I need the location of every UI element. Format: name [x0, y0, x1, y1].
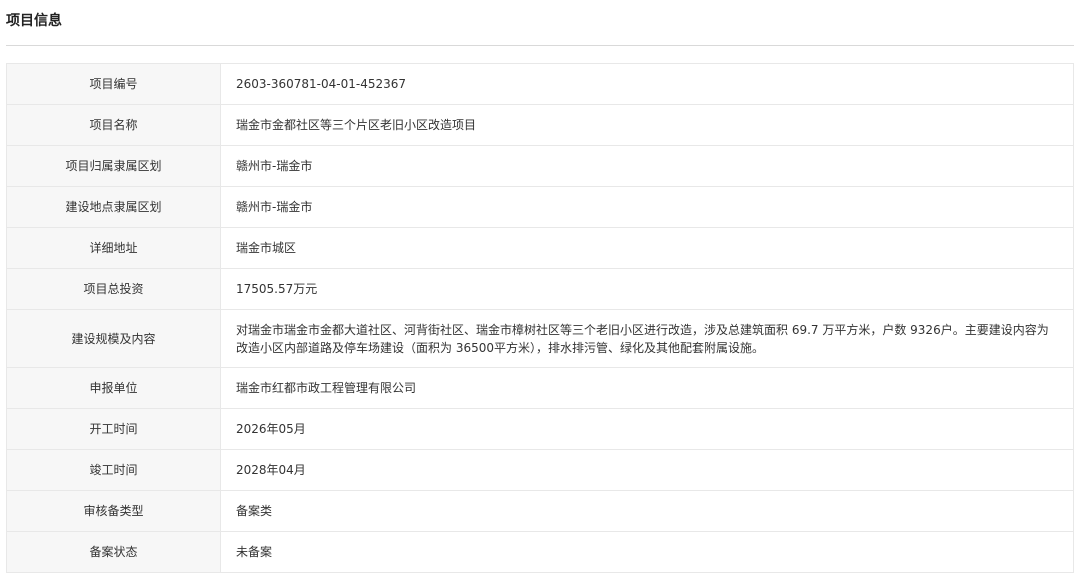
row-value: 赣州市-瑞金市: [220, 145, 1074, 187]
row-value: 赣州市-瑞金市: [220, 186, 1074, 228]
row-value: 17505.57万元: [220, 268, 1074, 310]
section-header: 项目信息: [6, 0, 1074, 46]
row-label: 竣工时间: [6, 449, 221, 491]
table-row-address: 详细地址 瑞金市城区: [6, 227, 1074, 269]
row-value: 瑞金市红都市政工程管理有限公司: [220, 367, 1074, 409]
row-label: 审核备类型: [6, 490, 221, 532]
row-value: 2603-360781-04-01-452367: [220, 63, 1074, 105]
table-row-applicant: 申报单位 瑞金市红都市政工程管理有限公司: [6, 367, 1074, 409]
table-row-filing-status: 备案状态 未备案: [6, 531, 1074, 573]
row-label: 项目编号: [6, 63, 221, 105]
table-row-completion-date: 竣工时间 2028年04月: [6, 449, 1074, 491]
row-label: 申报单位: [6, 367, 221, 409]
table-row-site-region: 建设地点隶属区划 赣州市-瑞金市: [6, 186, 1074, 228]
table-row-scope: 建设规模及内容 对瑞金市瑞金市金都大道社区、河背街社区、瑞金市樟树社区等三个老旧…: [6, 309, 1074, 368]
table-row-total-investment: 项目总投资 17505.57万元: [6, 268, 1074, 310]
row-value: 2028年04月: [220, 449, 1074, 491]
row-label: 开工时间: [6, 408, 221, 450]
row-label: 建设规模及内容: [6, 309, 221, 368]
section-title: 项目信息: [6, 13, 62, 29]
table-row-start-date: 开工时间 2026年05月: [6, 408, 1074, 450]
row-label: 建设地点隶属区划: [6, 186, 221, 228]
row-label: 项目总投资: [6, 268, 221, 310]
table-row-project-region: 项目归属隶属区划 赣州市-瑞金市: [6, 145, 1074, 187]
row-label: 项目归属隶属区划: [6, 145, 221, 187]
row-value: 瑞金市城区: [220, 227, 1074, 269]
row-value: 对瑞金市瑞金市金都大道社区、河背街社区、瑞金市樟树社区等三个老旧小区进行改造，涉…: [220, 309, 1074, 368]
row-label: 项目名称: [6, 104, 221, 146]
row-value: 2026年05月: [220, 408, 1074, 450]
row-value: 未备案: [220, 531, 1074, 573]
row-label: 详细地址: [6, 227, 221, 269]
table-row-project-name: 项目名称 瑞金市金都社区等三个片区老旧小区改造项目: [6, 104, 1074, 146]
row-label: 备案状态: [6, 531, 221, 573]
row-value: 备案类: [220, 490, 1074, 532]
table-row-review-type: 审核备类型 备案类: [6, 490, 1074, 532]
row-value: 瑞金市金都社区等三个片区老旧小区改造项目: [220, 104, 1074, 146]
project-info-table: 项目编号 2603-360781-04-01-452367 项目名称 瑞金市金都…: [6, 63, 1074, 573]
table-row-project-code: 项目编号 2603-360781-04-01-452367: [6, 63, 1074, 105]
